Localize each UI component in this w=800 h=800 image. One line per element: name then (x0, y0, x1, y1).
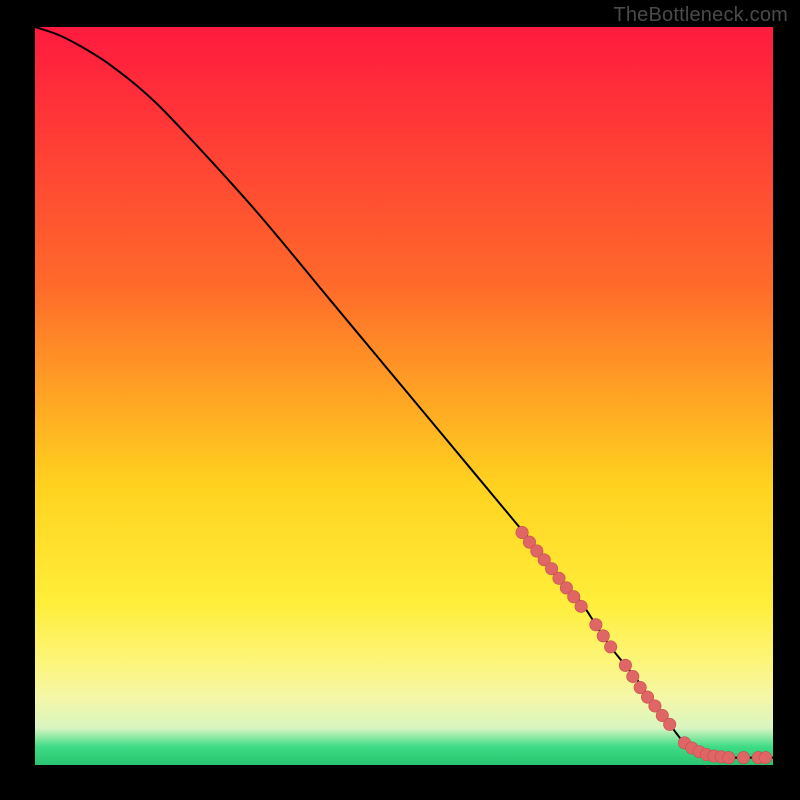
data-marker (590, 619, 602, 631)
watermark-text: TheBottleneck.com (613, 4, 788, 27)
data-marker (597, 630, 609, 642)
plot-area (35, 27, 773, 765)
chart-svg (35, 27, 773, 765)
data-marker (604, 641, 616, 653)
data-marker (627, 670, 639, 682)
data-marker (723, 751, 735, 763)
data-marker (575, 600, 587, 612)
chart-stage: TheBottleneck.com (0, 0, 800, 800)
gradient-panel (35, 27, 773, 765)
data-marker (619, 659, 631, 671)
data-marker (759, 751, 771, 763)
data-marker (663, 718, 675, 730)
data-marker (737, 751, 749, 763)
